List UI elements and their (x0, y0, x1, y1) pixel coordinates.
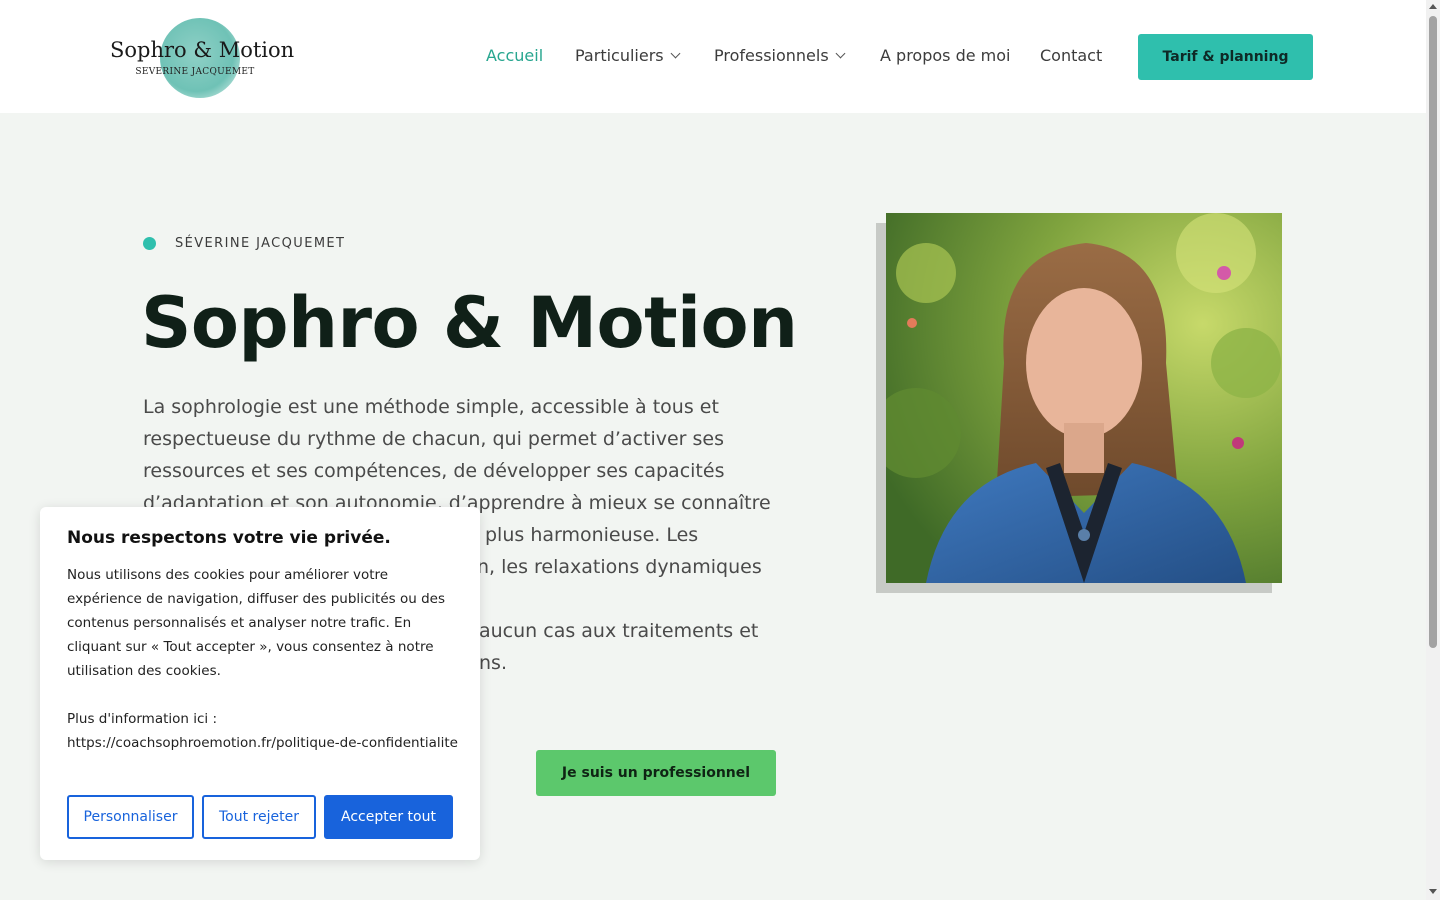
chevron-down-icon (670, 48, 681, 59)
hero-paragraph-line: La sophrologie est une méthode simple, a… (143, 396, 719, 418)
nav-item-particuliers[interactable]: Particuliers (575, 46, 681, 68)
nav-item-label: Accueil (486, 46, 544, 65)
nav-item-label: A propos de moi (880, 46, 1011, 65)
nav-item-label: Contact (1040, 46, 1103, 65)
professional-button[interactable]: Je suis un professionnel (536, 750, 776, 796)
cookie-policy-link[interactable]: https://coachsophroemotion.fr/politique-… (67, 731, 462, 755)
nav-item-contact[interactable]: Contact (1040, 46, 1102, 68)
logo-subtitle: SEVERINE JACQUEMET (135, 67, 255, 77)
hero-title: Sophro & Motion (141, 282, 798, 364)
cookie-more-info-label: Plus d'information ici : (67, 711, 218, 727)
scrollbar-thumb[interactable] (1429, 16, 1437, 648)
site-logo[interactable]: Sophro & Motion SEVERINE JACQUEMET (110, 18, 295, 100)
nav-item-professionnels[interactable]: Professionnels (714, 46, 846, 68)
eyebrow-dot-icon (143, 237, 156, 250)
cookie-banner-description: Nous utilisons des cookies pour améliore… (67, 567, 445, 679)
cookie-banner: Nous respectons votre vie privée. Nous u… (40, 507, 480, 860)
portrait-photo (886, 213, 1282, 583)
scroll-up-icon[interactable] (1429, 4, 1437, 9)
chevron-down-icon (835, 48, 846, 59)
nav-item-a-propos[interactable]: A propos de moi (880, 46, 1010, 68)
tarif-planning-button[interactable]: Tarif & planning (1138, 34, 1313, 80)
scroll-down-icon[interactable] (1429, 889, 1437, 894)
page-scrollbar[interactable] (1426, 0, 1440, 900)
hero-eyebrow: SÉVERINE JACQUEMET (175, 236, 346, 251)
site-header: Sophro & Motion SEVERINE JACQUEMET Accue… (0, 0, 1426, 113)
cookie-banner-text: Nous utilisons des cookies pour améliore… (67, 563, 462, 755)
nav-item-label: Professionnels (714, 46, 829, 65)
nav-item-accueil[interactable]: Accueil (486, 46, 543, 68)
nav-item-label: Particuliers (575, 46, 664, 65)
accept-all-button[interactable]: Accepter tout (324, 795, 453, 839)
customize-button[interactable]: Personnaliser (67, 795, 194, 839)
cookie-banner-title: Nous respectons votre vie privée. (67, 528, 391, 548)
reject-all-button[interactable]: Tout rejeter (202, 795, 316, 839)
hero-paragraph-line: ressources et ses compétences, de dévelo… (143, 460, 725, 482)
logo-title: Sophro & Motion (110, 38, 295, 62)
hero-paragraph-line: respectueuse du rythme de chacun, qui pe… (143, 428, 725, 450)
